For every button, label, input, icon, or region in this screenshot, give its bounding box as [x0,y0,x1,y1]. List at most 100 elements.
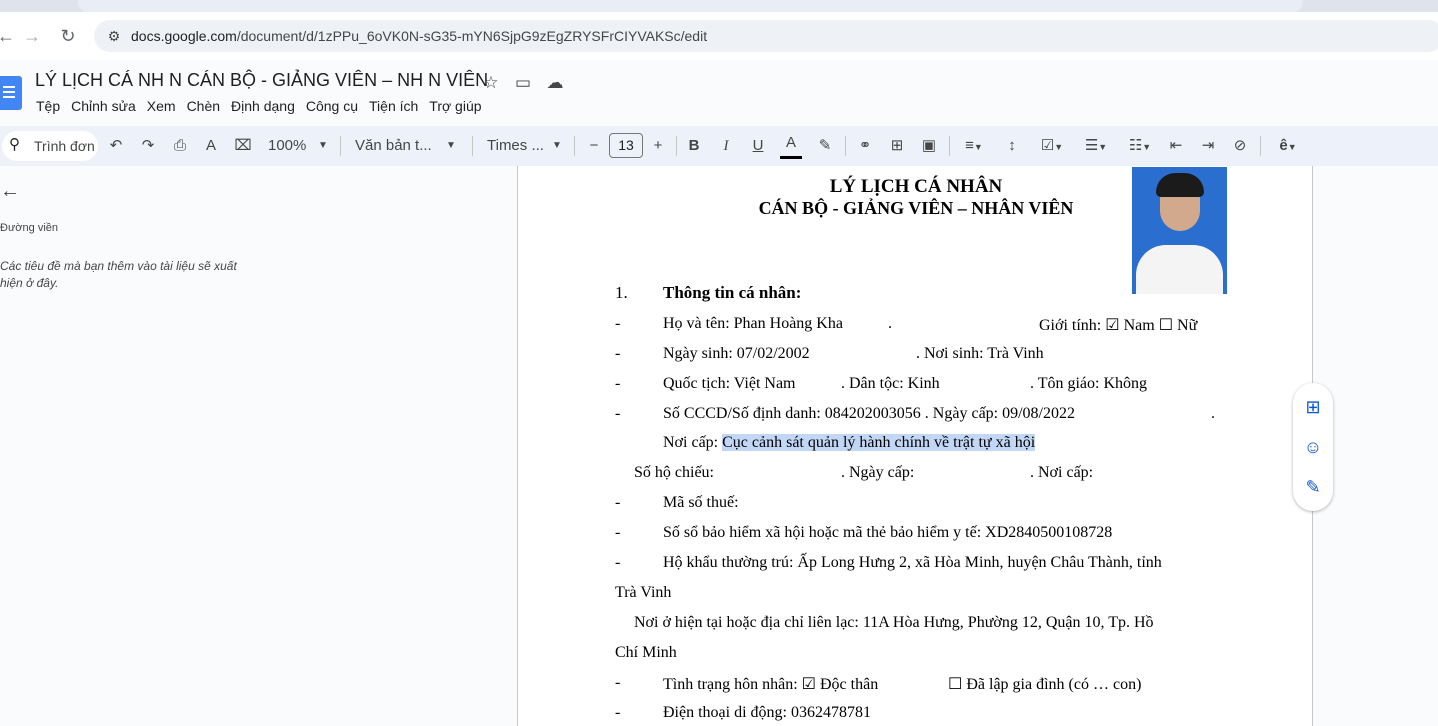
portrait-photo[interactable] [1132,167,1227,294]
suggest-edit-icon[interactable]: ✎ [1301,475,1325,499]
id-dot: . [1211,405,1215,422]
decrease-indent-icon[interactable]: ⇤ [1166,133,1186,159]
numbered-list-icon[interactable]: ☷▼ [1122,133,1158,159]
spellcheck-icon[interactable]: A [201,133,221,159]
bulleted-list-icon[interactable]: ☰▼ [1078,133,1114,159]
document-page[interactable]: LÝ LỊCH CÁ NHÂN CÁN BỘ - GIẢNG VIÊN – NH… [517,166,1313,726]
toolbar-divider [949,136,950,156]
marital-field: Tình trạng hôn nhân: ☑ Độc thân [663,676,879,693]
chevron-down-icon: ▼ [446,140,456,151]
insert-image-icon[interactable]: ▣ [919,133,939,159]
menu-extensions[interactable]: Tiện ích [369,98,429,114]
bold-icon[interactable]: B [684,133,704,159]
style-select[interactable]: Văn bản t... ▼ [355,133,460,159]
list-dash: - [615,345,621,362]
editing-mode-icon[interactable]: ê▼ [1270,133,1306,159]
outline-sidebar: ← Đường viền Các tiêu đề mà bạn thêm vào… [0,166,517,710]
site-info-icon[interactable]: ⚙ [104,26,124,46]
url-text[interactable]: docs.google.com/document/d/1zPPu_6oVK0N-… [131,28,707,44]
address-field: Nơi ở hiện tại hoặc địa chỉ liên lạc: 11… [634,614,1154,631]
address-field-cont: Chí Minh [615,644,677,661]
toolbar-divider [340,136,341,156]
link-icon[interactable]: ⚭ [855,133,875,159]
ethnicity-field: . Dân tộc: Kinh [841,375,940,392]
selected-text[interactable]: Cục cảnh sát quản lý hành chính về trật … [722,434,1036,451]
add-comment-icon[interactable]: ⊞ [1301,395,1325,419]
menu-search[interactable]: ⚲ Trình đơn [2,131,98,161]
active-browser-tab[interactable] [78,0,1303,12]
outline-hint: Các tiêu đề mà bạn thêm vào tài liệu sẽ … [0,259,237,290]
phone-field: Điện thoại di động: 0362478781 [663,704,871,721]
issued-field: Nơi cấp: Cục cảnh sát quản lý hành chính… [663,434,1036,452]
toolbar-divider [845,136,846,156]
move-folder-icon[interactable]: ▭ [512,72,534,94]
name-dot: . [888,315,892,332]
line-spacing-icon[interactable]: ↕ [1002,133,1022,159]
chevron-down-icon: ▼ [552,140,562,151]
list-dash: - [615,375,621,392]
zoom-select[interactable]: 100% ▼ [268,133,330,159]
section-number: 1. [615,283,628,302]
print-icon[interactable]: ⎙ [170,133,190,159]
clear-formatting-icon[interactable]: ⊘ [1230,133,1250,159]
list-dash: - [615,554,621,571]
back-icon[interactable]: ← [0,24,18,48]
list-dash: - [615,704,621,721]
chevron-down-icon: ▼ [318,140,328,151]
floating-actions: ⊞ ☺ ✎ [1293,383,1333,511]
issued-label: Nơi cấp: [663,434,723,451]
dob-field: Ngày sinh: 07/02/2002 [663,345,810,362]
marital-option-2: ☐ Đã lập gia đình (có … con) [948,676,1142,693]
tax-field: Mã số thuế: [663,494,739,511]
underline-icon[interactable]: U [748,133,768,159]
menu-view[interactable]: Xem [147,98,187,114]
checklist-icon[interactable]: ☑▼ [1034,133,1070,159]
emoji-reaction-icon[interactable]: ☺ [1301,435,1325,459]
redo-icon[interactable]: ↷ [138,133,158,159]
forward-icon[interactable]: → [20,24,44,48]
browser-tabstrip [0,0,1438,12]
style-value: Văn bản t... [355,137,432,154]
font-select[interactable]: Times ... ▼ [487,133,565,159]
toolbar-divider [676,136,677,156]
menu-format[interactable]: Định dạng [231,98,306,114]
close-outline-icon[interactable]: ← [0,180,20,203]
increase-indent-icon[interactable]: ⇥ [1198,133,1218,159]
id-field: Số CCCD/Số định danh: 084202003056 . Ngà… [663,405,1075,422]
section-title: Thông tin cá nhân: [663,283,802,302]
list-dash: - [615,524,621,541]
docs-header: LÝ LỊCH CÁ NH N CÁN BỘ - GIẢNG VIÊN – NH… [0,60,1438,126]
font-size-input[interactable]: 13 [609,133,643,158]
menu-edit[interactable]: Chỉnh sửa [71,98,147,114]
url-path: /document/d/1zPPu_6oVK0N-sG35-mYN6SjpG9z… [236,28,708,44]
nationality-field: Quốc tịch: Việt Nam [663,375,796,392]
paint-format-icon[interactable]: ⌧ [233,133,253,159]
insurance-field: Số sổ bảo hiểm xã hội hoặc mã thẻ bảo hi… [663,524,1113,541]
text-color-icon[interactable]: A [780,133,802,159]
browser-toolbar: ← → ↻ ⚙ docs.google.com/document/d/1zPPu… [0,12,1438,60]
passport-place-field: . Nơi cấp: [1030,464,1094,481]
residence-field-cont: Trà Vinh [615,584,672,601]
highlight-icon[interactable]: ✎ [815,133,835,159]
menu-tools[interactable]: Công cụ [306,98,369,114]
cloud-status-icon[interactable]: ☁ [544,72,566,94]
formatting-toolbar: ⚲ Trình đơn ↶ ↷ ⎙ A ⌧ 100% ▼ Văn bản t..… [0,126,1438,166]
menu-insert[interactable]: Chèn [187,98,231,114]
increase-font-size-icon[interactable]: + [648,133,668,159]
add-comment-icon[interactable]: ⊞ [887,133,907,159]
docs-logo-icon[interactable] [0,76,22,110]
menu-file[interactable]: Tệp [36,98,71,114]
star-icon[interactable]: ☆ [480,72,502,94]
menu-help[interactable]: Trợ giúp [429,98,492,114]
gender-field: Giới tính: ☑ Nam ☐ Nữ [1039,317,1198,334]
address-bar[interactable]: ⚙ docs.google.com/document/d/1zPPu_6oVK0… [94,20,1438,52]
list-dash: - [615,405,621,422]
list-dash: - [615,674,621,691]
document-title[interactable]: LÝ LỊCH CÁ NH N CÁN BỘ - GIẢNG VIÊN – NH… [35,70,488,91]
undo-icon[interactable]: ↶ [106,133,126,159]
religion-field: . Tôn giáo: Không [1030,375,1148,392]
reload-icon[interactable]: ↻ [56,24,80,48]
align-icon[interactable]: ≡▼ [958,133,990,159]
decrease-font-size-icon[interactable]: − [584,133,604,159]
italic-icon[interactable]: I [716,133,736,159]
